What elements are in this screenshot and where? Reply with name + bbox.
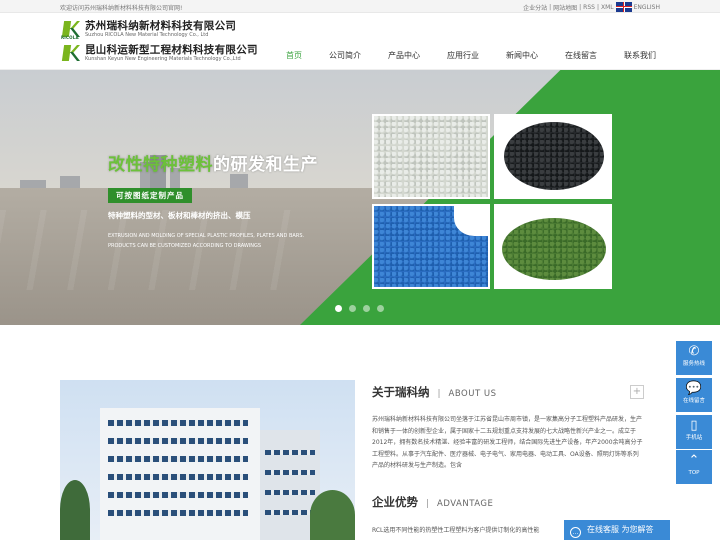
uk-flag-icon[interactable] bbox=[615, 1, 632, 12]
mobile-site-button[interactable]: ▯ 手机站 bbox=[676, 415, 712, 449]
logo-keyun[interactable]: 昆山科运新型工程材料科技有限公司 Kunshan Keyun New Engin… bbox=[61, 44, 258, 64]
english-link[interactable]: ENGLISH bbox=[634, 4, 660, 11]
chat-icon: … bbox=[570, 527, 581, 538]
advantage-title: 企业优势 bbox=[372, 495, 418, 509]
hotline-button[interactable]: ✆ 服务热线 bbox=[676, 341, 712, 375]
keyun-logo-icon bbox=[61, 44, 82, 64]
divider: | bbox=[549, 4, 552, 11]
about-title: 关于瑞科纳 bbox=[372, 385, 430, 399]
slider-dot-2[interactable] bbox=[349, 305, 356, 312]
company-name-1: 苏州瑞科纳新材料科技有限公司 bbox=[85, 20, 237, 32]
about-text: 苏州瑞科纳新材料科技有限公司坐落于江苏省昆山市周市镇，是一家集高分子工程塑料产品… bbox=[372, 416, 643, 469]
white-pellets-image bbox=[372, 114, 490, 199]
hotline-label: 服务热线 bbox=[682, 361, 705, 367]
chat-label: 在线客服 为您解答 bbox=[587, 525, 654, 534]
divider: | bbox=[437, 389, 441, 399]
nav-products[interactable]: 产品中心 bbox=[388, 50, 420, 61]
divider: | bbox=[426, 499, 430, 509]
company-building-image bbox=[60, 380, 355, 540]
main-nav: 首页 公司简介 产品中心 应用行业 新闻中心 在线留言 联系我们 bbox=[259, 50, 656, 61]
advantage-text: RCL选用不同性能的热塑性工程塑料为客户提供订制化的高性能 bbox=[372, 527, 540, 534]
slider-dots bbox=[335, 305, 384, 312]
advantage-title-en: ADVANTAGE bbox=[437, 499, 494, 509]
slider-dot-4[interactable] bbox=[377, 305, 384, 312]
subsite-link[interactable]: 企业分站 bbox=[523, 3, 547, 12]
site-header: RICOLA 苏州瑞科纳新材料科技有限公司 Suzhou RICOLA New … bbox=[0, 13, 720, 70]
welcome-text: 欢迎访问苏州瑞科纳新材料科技有限公司官网! bbox=[60, 5, 183, 12]
message-button[interactable]: 💬 在线留言 bbox=[676, 378, 712, 412]
green-pellets-image bbox=[494, 204, 612, 289]
about-title-en: ABOUT US bbox=[448, 389, 497, 399]
slider-dot-3[interactable] bbox=[363, 305, 370, 312]
blue-pellets-image bbox=[372, 204, 490, 289]
top-links: 企业分站 | 网站地图 | RSS | XML ENGLISH bbox=[523, 1, 660, 12]
nav-message[interactable]: 在线留言 bbox=[565, 50, 597, 61]
company-name-1-en: Suzhou RICOLA New Material Technology Co… bbox=[85, 32, 209, 38]
advantage-heading: 企业优势 | ADVANTAGE bbox=[372, 494, 493, 510]
slider-dot-1[interactable] bbox=[335, 305, 342, 312]
nav-news[interactable]: 新闻中心 bbox=[506, 50, 538, 61]
company-name-2-en: Kunshan Keyun New Engineering Materials … bbox=[85, 56, 241, 62]
message-icon: 💬 bbox=[685, 381, 703, 396]
ricola-logo-icon: RICOLA bbox=[61, 20, 82, 40]
nav-contact[interactable]: 联系我们 bbox=[624, 50, 656, 61]
nav-home[interactable]: 首页 bbox=[286, 50, 302, 61]
logo-mark-text: RICOLA bbox=[61, 35, 79, 40]
divider: | bbox=[579, 4, 582, 11]
xml-link[interactable]: XML bbox=[601, 4, 614, 11]
mobile-icon: ▯ bbox=[690, 418, 698, 433]
divider: | bbox=[596, 4, 599, 11]
custom-badge: 可按图纸定制产品 bbox=[108, 188, 192, 203]
banner-subtitle: 特种塑料的型材、板材和棒材的挤出、模压 bbox=[108, 211, 251, 220]
company-name-2: 昆山科运新型工程材料科技有限公司 bbox=[85, 44, 258, 56]
top-bar: 欢迎访问苏州瑞科纳新材料科技有限公司官网! 企业分站 | 网站地图 | RSS … bbox=[0, 0, 720, 13]
black-pellets-image bbox=[494, 114, 612, 199]
mobile-label: 手机站 bbox=[685, 435, 703, 441]
hero-banner[interactable]: 改性特种塑料的研发和生产 可按图纸定制产品 特种塑料的型材、板材和棒材的挤出、模… bbox=[0, 70, 720, 325]
about-heading: 关于瑞科纳 | ABOUT US bbox=[372, 384, 496, 400]
nav-about[interactable]: 公司简介 bbox=[329, 50, 361, 61]
sitemap-link[interactable]: 网站地图 bbox=[553, 3, 577, 12]
banner-english: EXTRUSION AND MOLDING OF SPECIAL PLASTIC… bbox=[108, 233, 305, 249]
rss-link[interactable]: RSS bbox=[583, 4, 595, 11]
banner-title: 改性特种塑料的研发和生产 bbox=[108, 155, 318, 175]
arrow-up-icon: ⌃ bbox=[688, 453, 700, 468]
phone-icon: ✆ bbox=[688, 344, 700, 359]
nav-industries[interactable]: 应用行业 bbox=[447, 50, 479, 61]
top-label: TOP bbox=[688, 470, 700, 476]
online-chat-button[interactable]: … 在线客服 为您解答 bbox=[564, 520, 670, 540]
about-more-button[interactable]: + bbox=[630, 385, 644, 399]
logo-ricola[interactable]: RICOLA 苏州瑞科纳新材料科技有限公司 Suzhou RICOLA New … bbox=[61, 20, 237, 40]
message-label: 在线留言 bbox=[682, 398, 705, 404]
back-to-top-button[interactable]: ⌃ TOP bbox=[676, 450, 712, 484]
